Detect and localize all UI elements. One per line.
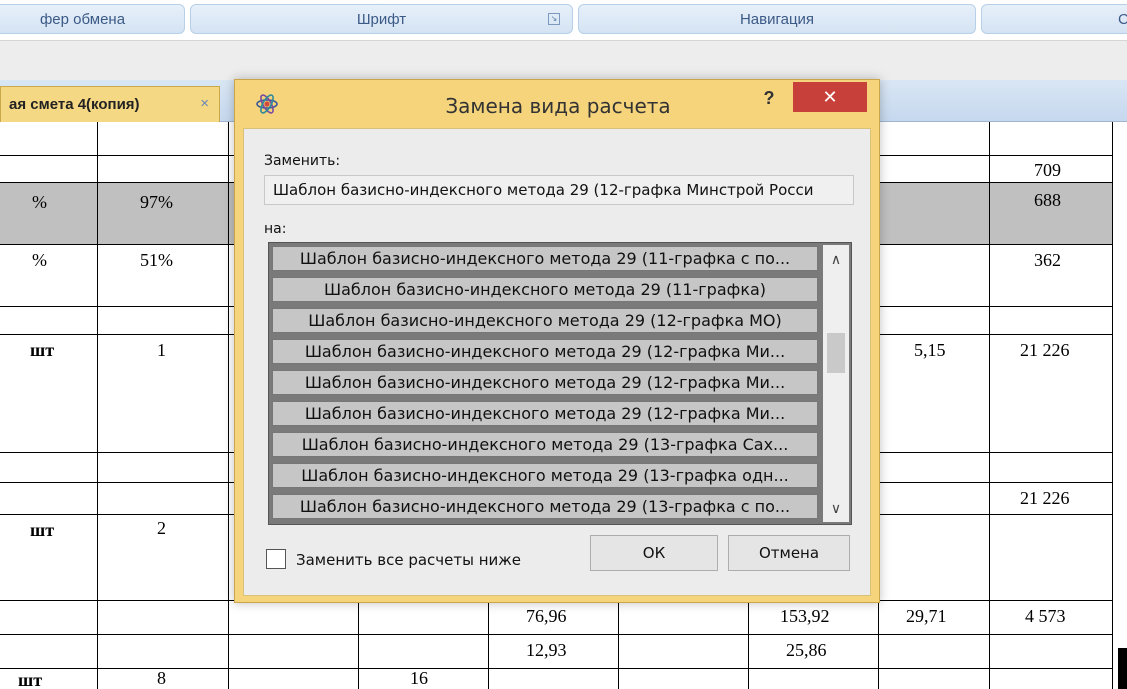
list-scrollbar[interactable]: ∧ ∨ bbox=[823, 245, 849, 522]
cell-value: шт bbox=[30, 340, 55, 360]
dialog-title-bar[interactable]: Замена вида расчета ? ✕ bbox=[235, 80, 879, 128]
replace-all-label[interactable]: Заменить все расчеты ниже bbox=[296, 551, 521, 569]
frame-edge bbox=[1118, 648, 1127, 689]
list-item[interactable]: Шаблон базисно-индексного метода 29 (12-… bbox=[272, 339, 818, 364]
cell-value: 21 226 bbox=[1020, 488, 1070, 508]
replace-source-field[interactable]: Шаблон базисно-индексного метода 29 (12-… bbox=[264, 175, 854, 205]
cell-value: 97% bbox=[140, 192, 173, 212]
cell-value: 362 bbox=[1034, 250, 1061, 270]
cell-value: 4 573 bbox=[1025, 606, 1066, 626]
grid-line bbox=[228, 122, 229, 689]
list-item[interactable]: Шаблон базисно-индексного метода 29 (11-… bbox=[272, 246, 818, 271]
ok-button[interactable]: ОК bbox=[590, 535, 718, 571]
document-tab-label: ая смета 4(копия) bbox=[9, 96, 140, 113]
grid-line bbox=[748, 600, 749, 689]
grid-line bbox=[618, 600, 619, 689]
scroll-down-icon[interactable]: ∨ bbox=[823, 496, 849, 520]
replace-all-checkbox[interactable] bbox=[266, 549, 286, 569]
list-item[interactable]: Шаблон базисно-индексного метода 29 (11-… bbox=[272, 277, 818, 302]
with-label: на: bbox=[264, 221, 287, 237]
ribbon-group-properties-label: Сво bbox=[1118, 10, 1127, 28]
cell-value: 12,93 bbox=[526, 640, 567, 660]
grid-line bbox=[97, 122, 98, 689]
cell-value: шт bbox=[30, 520, 55, 540]
grid-line bbox=[358, 600, 359, 689]
replace-calculation-dialog: Замена вида расчета ? ✕ Заменить: Шаблон… bbox=[234, 79, 880, 603]
cell-value: шт bbox=[18, 670, 43, 689]
cell-value: 688 bbox=[1034, 190, 1061, 210]
cell-value: 25,86 bbox=[786, 640, 827, 660]
ribbon-group-clipboard[interactable]: фер обмена bbox=[0, 4, 185, 34]
list-item[interactable]: Шаблон базисно-индексного метода 29 (13-… bbox=[272, 463, 818, 488]
cell-value: 16 bbox=[410, 668, 428, 688]
replace-label: Заменить: bbox=[264, 153, 341, 169]
cancel-button[interactable]: Отмена bbox=[728, 535, 850, 571]
grid-line bbox=[0, 634, 1112, 635]
ribbon-group-properties[interactable]: Сво bbox=[981, 4, 1127, 34]
close-tab-icon[interactable]: × bbox=[200, 95, 209, 112]
dialog-body: Заменить: Шаблон базисно-индексного мето… bbox=[243, 128, 871, 596]
ribbon-group-font-label: Шрифт bbox=[356, 10, 407, 28]
grid-line bbox=[1112, 122, 1113, 689]
cell-value: % bbox=[32, 192, 47, 212]
cell-value: 5,15 bbox=[914, 340, 946, 360]
ribbon-group-navigation-label: Навигация bbox=[739, 10, 815, 28]
ribbon-group-labels: фер обмена Шрифт ↘ Навигация Сво bbox=[0, 0, 1127, 40]
replacement-listbox[interactable]: Шаблон базисно-индексного метода 29 (11-… bbox=[268, 242, 852, 525]
list-item[interactable]: Шаблон базисно-индексного метода 29 (13-… bbox=[272, 494, 818, 519]
dialog-title: Замена вида расчета bbox=[445, 94, 671, 118]
cell-value: 76,96 bbox=[526, 606, 567, 626]
cell-value: 51% bbox=[140, 250, 173, 270]
dialog-launcher-icon[interactable]: ↘ bbox=[548, 13, 560, 25]
ribbon-toolbar-area bbox=[0, 40, 1127, 80]
list-item[interactable]: Шаблон базисно-индексного метода 29 (12-… bbox=[272, 308, 818, 333]
ribbon-group-font[interactable]: Шрифт ↘ bbox=[190, 4, 573, 34]
cell-value: 2 bbox=[157, 518, 166, 538]
grid-line bbox=[989, 122, 990, 689]
cell-value: 21 226 bbox=[1020, 340, 1070, 360]
list-item[interactable]: Шаблон базисно-индексного метода 29 (12-… bbox=[272, 401, 818, 426]
cell-value: 1 bbox=[157, 340, 166, 360]
document-tab[interactable]: ая смета 4(копия) × bbox=[0, 86, 220, 122]
cell-value: 29,71 bbox=[906, 606, 947, 626]
close-button[interactable]: ✕ bbox=[793, 82, 867, 112]
list-item[interactable]: Шаблон базисно-индексного метода 29 (13-… bbox=[272, 432, 818, 457]
ribbon-group-clipboard-label: фер обмена bbox=[39, 10, 126, 28]
list-item[interactable]: Шаблон базисно-индексного метода 29 (12-… bbox=[272, 370, 818, 395]
grid-line bbox=[488, 600, 489, 689]
cell-value: 709 bbox=[1034, 160, 1061, 180]
cell-value: % bbox=[32, 250, 47, 270]
scroll-thumb[interactable] bbox=[827, 333, 845, 373]
grid-line bbox=[0, 668, 1112, 669]
cell-value: 153,92 bbox=[780, 606, 830, 626]
help-button[interactable]: ? bbox=[757, 86, 781, 110]
cell-value: 8 bbox=[157, 668, 166, 688]
ribbon-group-navigation[interactable]: Навигация bbox=[578, 4, 976, 34]
scroll-up-icon[interactable]: ∧ bbox=[823, 247, 849, 271]
